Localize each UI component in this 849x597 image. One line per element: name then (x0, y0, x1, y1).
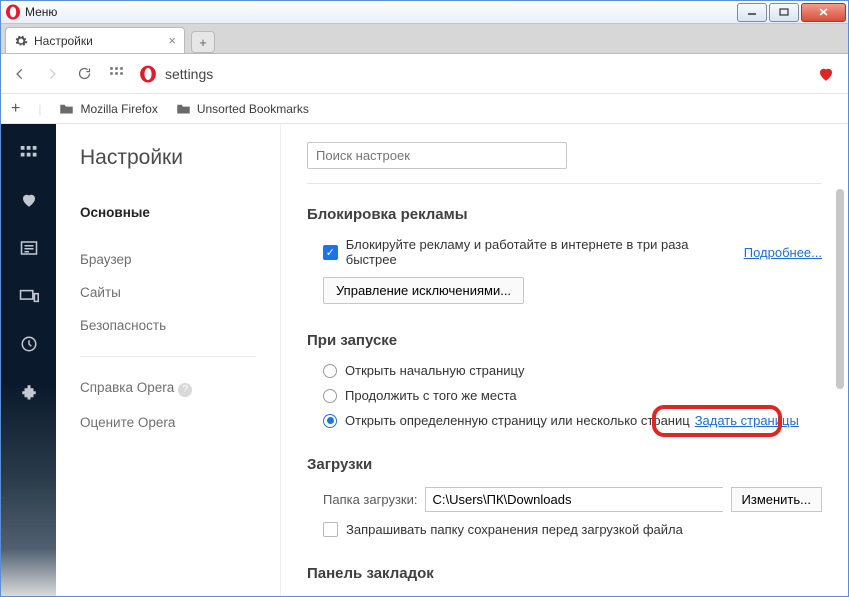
startup-opt1-label: Открыть начальную страницу (345, 363, 525, 378)
section-startup: При запуске Открыть начальную страницу П… (307, 332, 822, 428)
startup-radio-continue[interactable] (323, 389, 337, 403)
address-bar[interactable] (139, 65, 800, 83)
manage-exceptions-button[interactable]: Управление исключениями... (323, 277, 524, 304)
new-tab-button[interactable]: + (191, 31, 215, 53)
download-change-button[interactable]: Изменить... (731, 487, 822, 512)
forward-button[interactable] (43, 65, 61, 83)
settings-sidebar: Настройки Основные Браузер Сайты Безопас… (56, 124, 281, 596)
minimize-button[interactable] (737, 3, 767, 22)
settings-main: Блокировка рекламы ✓ Блокируйте рекламу … (281, 124, 848, 596)
maximize-button[interactable] (769, 3, 799, 22)
nav-browser[interactable]: Браузер (80, 243, 256, 276)
download-ask-checkbox[interactable]: ✓ (323, 522, 338, 537)
menu-button[interactable]: Меню (25, 5, 57, 19)
search-settings-input[interactable] (307, 142, 567, 169)
nav-security[interactable]: Безопасность (80, 309, 256, 342)
section-bookmarks-panel: Панель закладок (307, 565, 822, 582)
section-heading: Загрузки (307, 456, 822, 473)
heart-icon[interactable] (814, 62, 838, 86)
bookmarks-bar: + | Mozilla Firefox Unsorted Bookmarks (1, 94, 848, 124)
bookmark-item-unsorted[interactable]: Unsorted Bookmarks (176, 102, 309, 116)
folder-icon (176, 102, 191, 115)
add-bookmark-button[interactable]: + (11, 100, 20, 118)
help-icon: ? (178, 383, 192, 397)
page-title: Настройки (80, 146, 256, 170)
reload-button[interactable] (75, 65, 93, 83)
adblock-label: Блокируйте рекламу и работайте в интерне… (346, 237, 736, 267)
rail-speed-dial-icon[interactable] (19, 142, 39, 162)
rail-history-icon[interactable] (19, 334, 39, 354)
section-heading: При запуске (307, 332, 822, 349)
scrollbar[interactable] (836, 189, 844, 389)
highlight-callout (652, 405, 782, 437)
rail-extensions-icon[interactable] (19, 382, 39, 402)
opera-o-icon (139, 65, 157, 83)
tab-strip: Настройки × + (1, 24, 848, 54)
address-input[interactable] (165, 66, 800, 82)
bookmark-label: Unsorted Bookmarks (197, 102, 309, 116)
bookmark-item-firefox[interactable]: Mozilla Firefox (59, 102, 157, 116)
nav-help[interactable]: Справка Opera? (80, 371, 256, 406)
back-button[interactable] (11, 65, 29, 83)
speed-dial-button[interactable] (107, 65, 125, 83)
nav-rate[interactable]: Оцените Opera (80, 406, 256, 439)
section-downloads: Загрузки Папка загрузки: Изменить... ✓ З… (307, 456, 822, 537)
side-rail (1, 124, 56, 596)
adblock-learn-more-link[interactable]: Подробнее... (744, 245, 822, 260)
download-folder-label: Папка загрузки: (323, 492, 417, 507)
adblock-checkbox[interactable]: ✓ (323, 245, 338, 260)
rail-news-icon[interactable] (19, 238, 39, 258)
rail-bookmarks-icon[interactable] (19, 190, 39, 210)
rail-sync-icon[interactable] (19, 286, 39, 306)
bookmark-label: Mozilla Firefox (80, 102, 157, 116)
startup-opt2-label: Продолжить с того же места (345, 388, 517, 403)
startup-opt3-label: Открыть определенную страницу или нескол… (345, 413, 690, 428)
section-heading: Блокировка рекламы (307, 206, 822, 223)
navbar (1, 54, 848, 94)
opera-logo-icon (5, 4, 21, 20)
download-ask-label: Запрашивать папку сохранения перед загру… (346, 522, 683, 537)
close-button[interactable] (801, 3, 846, 22)
window-titlebar: Меню (1, 1, 848, 24)
section-heading: Панель закладок (307, 565, 822, 582)
tab-title: Настройки (34, 34, 160, 48)
startup-radio-specific[interactable] (323, 414, 337, 428)
startup-radio-home[interactable] (323, 364, 337, 378)
nav-basic[interactable]: Основные (80, 196, 256, 229)
nav-sites[interactable]: Сайты (80, 276, 256, 309)
gear-icon (14, 34, 28, 48)
tab-settings[interactable]: Настройки × (5, 27, 185, 53)
download-folder-input[interactable] (425, 487, 722, 512)
section-adblock: Блокировка рекламы ✓ Блокируйте рекламу … (307, 206, 822, 304)
folder-icon (59, 102, 74, 115)
tab-close-icon[interactable]: × (168, 33, 176, 48)
